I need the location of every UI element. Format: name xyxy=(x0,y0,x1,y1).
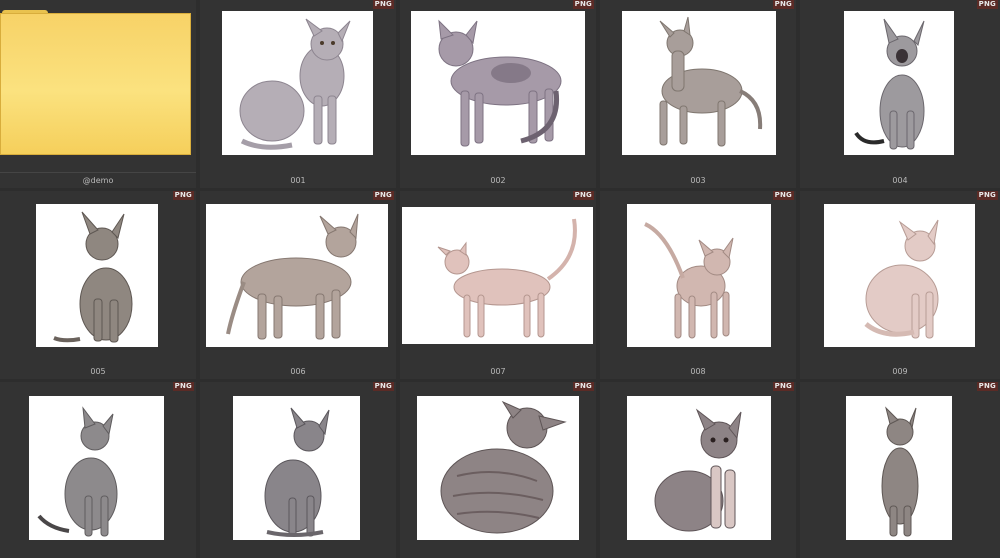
format-badge: PNG xyxy=(976,382,998,391)
thumbnail-image xyxy=(846,396,952,540)
file-name: 003 xyxy=(690,176,706,185)
thumbnail-item[interactable]: PNG 001 xyxy=(200,0,396,188)
thumbnail-item[interactable]: PNG 009 xyxy=(800,191,1000,379)
thumbnail-item[interactable]: PNG xyxy=(400,382,596,558)
thumbnail-image xyxy=(844,11,954,155)
format-badge: PNG xyxy=(372,191,394,200)
thumbnail-item[interactable]: PNG 005 xyxy=(0,191,196,379)
format-badge: PNG xyxy=(976,0,998,9)
thumbnail-item[interactable]: PNG xyxy=(600,382,796,558)
format-badge: PNG xyxy=(772,382,794,391)
thumbnail-image xyxy=(36,204,158,347)
format-badge: PNG xyxy=(372,382,394,391)
thumbnail-image xyxy=(622,11,776,155)
thumbnail-image xyxy=(417,396,579,540)
format-badge: PNG xyxy=(572,382,594,391)
format-badge: PNG xyxy=(976,191,998,200)
file-name: 001 xyxy=(290,176,306,185)
thumbnail-item[interactable]: PNG xyxy=(0,382,196,558)
thumbnail-item[interactable]: PNG 006 xyxy=(200,191,396,379)
file-name: 004 xyxy=(892,176,908,185)
format-badge: PNG xyxy=(772,0,794,9)
file-name: 009 xyxy=(892,367,908,376)
folder-name: @demo xyxy=(82,176,114,185)
file-name: 008 xyxy=(690,367,706,376)
format-badge: PNG xyxy=(372,0,394,9)
format-badge: PNG xyxy=(772,191,794,200)
thumbnail-item[interactable]: PNG 007 xyxy=(400,191,596,379)
thumbnail-item[interactable]: PNG 004 xyxy=(800,0,1000,188)
file-name: 006 xyxy=(290,367,306,376)
folder-icon xyxy=(0,13,191,155)
folder-item[interactable]: @demo xyxy=(0,0,196,188)
thumbnail-image xyxy=(206,204,388,347)
thumbnail-item[interactable]: PNG xyxy=(200,382,396,558)
thumbnail-item[interactable]: PNG 002 xyxy=(400,0,596,188)
divider xyxy=(0,172,196,173)
thumbnail-image xyxy=(233,396,360,540)
thumbnail-image xyxy=(627,204,771,347)
format-badge: PNG xyxy=(172,191,194,200)
thumbnail-image xyxy=(29,396,164,540)
thumbnail-image xyxy=(411,11,585,155)
format-badge: PNG xyxy=(572,0,594,9)
format-badge: PNG xyxy=(172,382,194,391)
thumbnail-image xyxy=(824,204,975,347)
thumbnail-image xyxy=(222,11,373,155)
file-name: 007 xyxy=(490,367,506,376)
thumbnail-image xyxy=(402,207,593,344)
thumbnail-item[interactable]: PNG 003 xyxy=(600,0,796,188)
format-badge: PNG xyxy=(572,191,594,200)
file-name: 002 xyxy=(490,176,506,185)
thumbnail-image xyxy=(627,396,771,540)
thumbnail-item[interactable]: PNG 008 xyxy=(600,191,796,379)
thumbnail-item[interactable]: PNG xyxy=(800,382,1000,558)
file-name: 005 xyxy=(90,367,106,376)
thumbnail-grid: @demo PNG 001 PNG 002 PNG 003 PNG 004 PN… xyxy=(0,0,1000,558)
